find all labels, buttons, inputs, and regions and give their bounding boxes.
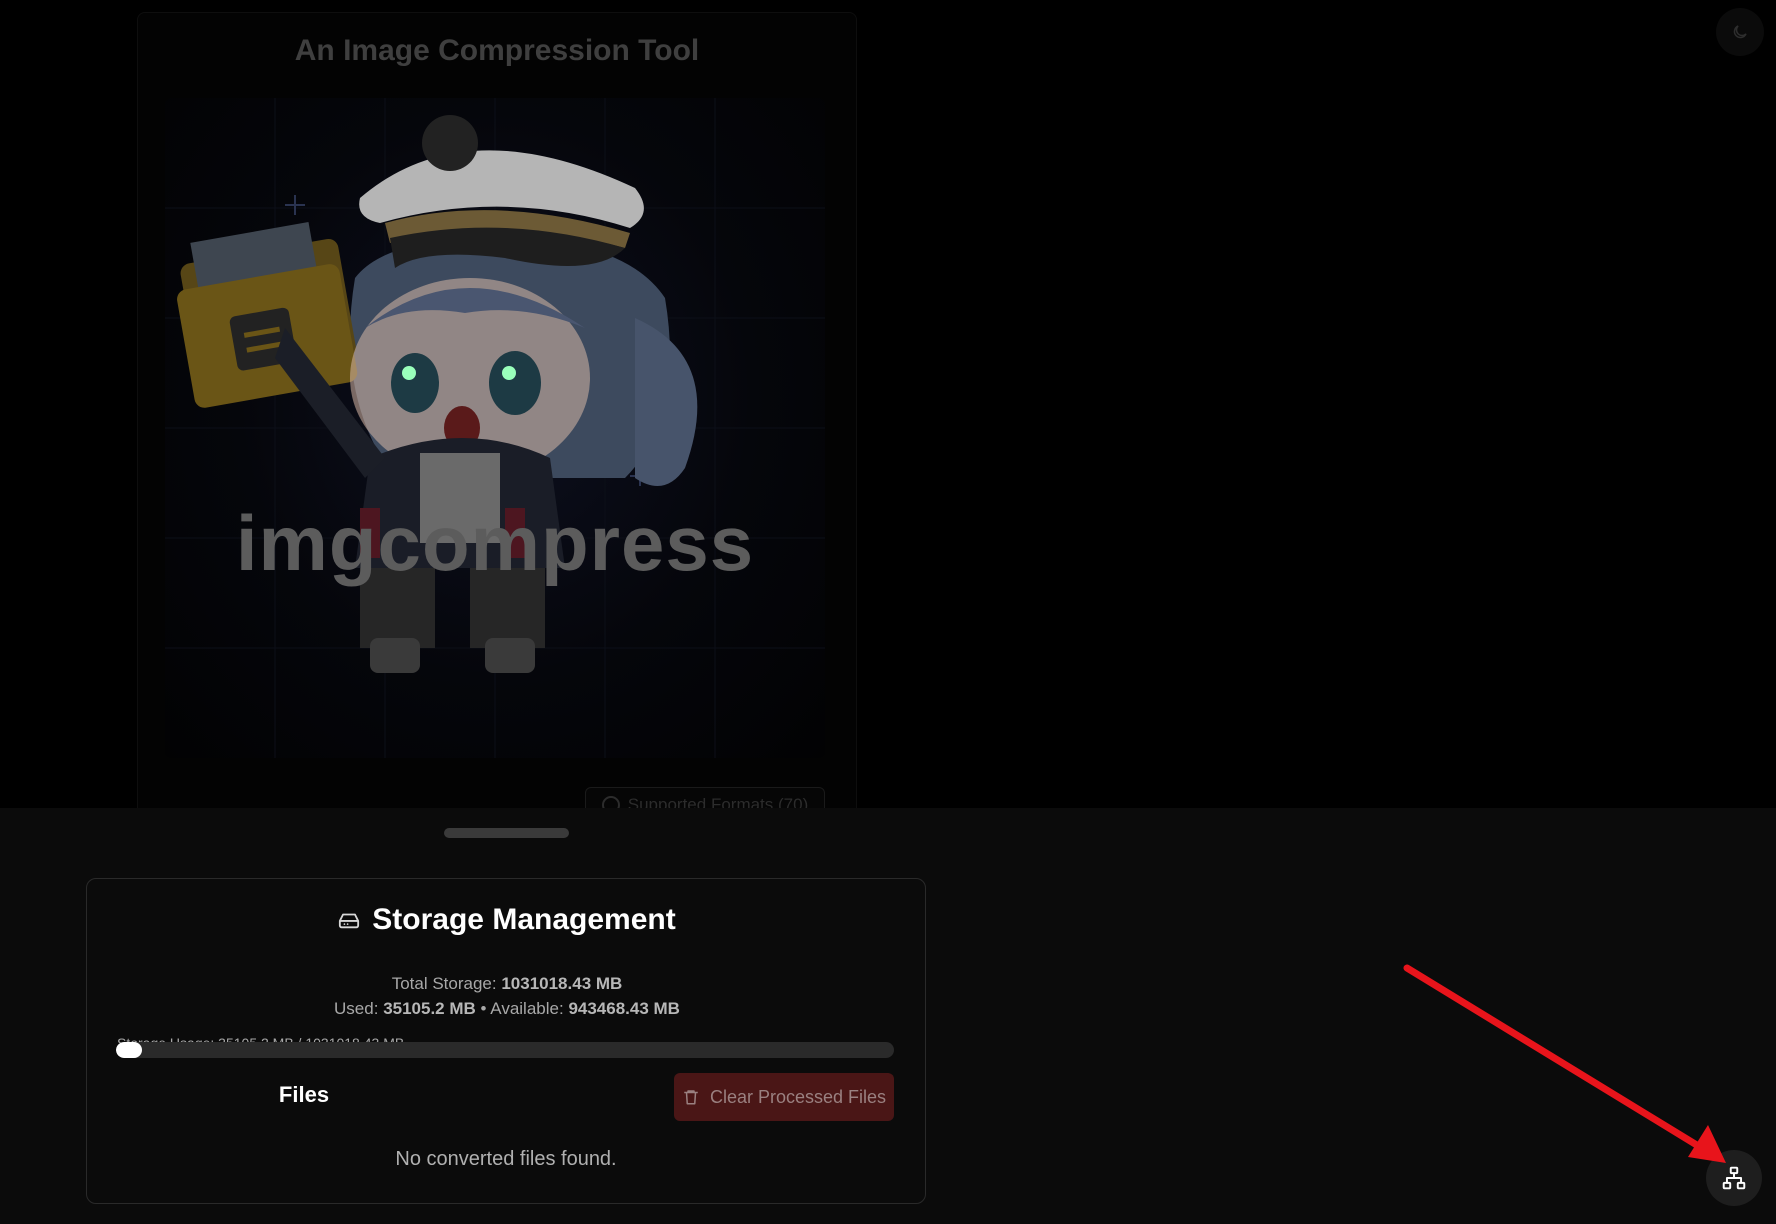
files-heading: Files <box>278 1082 330 1107</box>
hard-drive-icon <box>339 913 360 929</box>
sitemap-icon <box>1722 1166 1746 1190</box>
app-root: An Image Compression Tool imgcompress Su… <box>0 0 1776 1224</box>
used-available-line: Used: 35105.2 MB • Available: 943468.43 … <box>87 996 927 1021</box>
total-storage-value: 1031018.43 MB <box>501 974 623 993</box>
storage-title: Storage Management <box>372 903 676 936</box>
total-storage-line: Total Storage: 1031018.43 MB <box>87 971 927 996</box>
used-label: Used: <box>334 999 379 1018</box>
used-value: 35105.2 MB <box>383 999 476 1018</box>
stats-separator: • <box>480 999 487 1018</box>
storage-header: Storage Management <box>87 903 927 937</box>
available-label: Available: <box>490 999 564 1018</box>
theme-toggle-button[interactable] <box>1716 8 1764 56</box>
hero-mascot-image: imgcompress <box>165 98 825 758</box>
storage-progress-fill <box>116 1042 143 1058</box>
bottom-sheet: Storage Management Total Storage: 103101… <box>0 808 1776 1224</box>
hero-wordmark: imgcompress <box>235 499 755 587</box>
clear-button-label: Clear Processed Files <box>709 1086 887 1107</box>
clear-processed-files-button[interactable]: Clear Processed Files <box>674 1073 894 1121</box>
mascot-illustration <box>165 98 825 758</box>
available-value: 943468.43 MB <box>568 999 680 1018</box>
storage-stats: Total Storage: 1031018.43 MB Used: 35105… <box>87 971 927 1021</box>
total-storage-label: Total Storage: <box>391 974 497 993</box>
trash-icon <box>684 1090 698 1105</box>
page-title: An Image Compression Tool <box>294 34 700 67</box>
network-button[interactable] <box>1706 1150 1762 1206</box>
moon-icon <box>1733 25 1747 39</box>
storage-progress-bar <box>116 1042 894 1058</box>
sheet-drag-handle[interactable] <box>444 828 569 838</box>
no-files-message: No converted files found. <box>395 1148 617 1170</box>
